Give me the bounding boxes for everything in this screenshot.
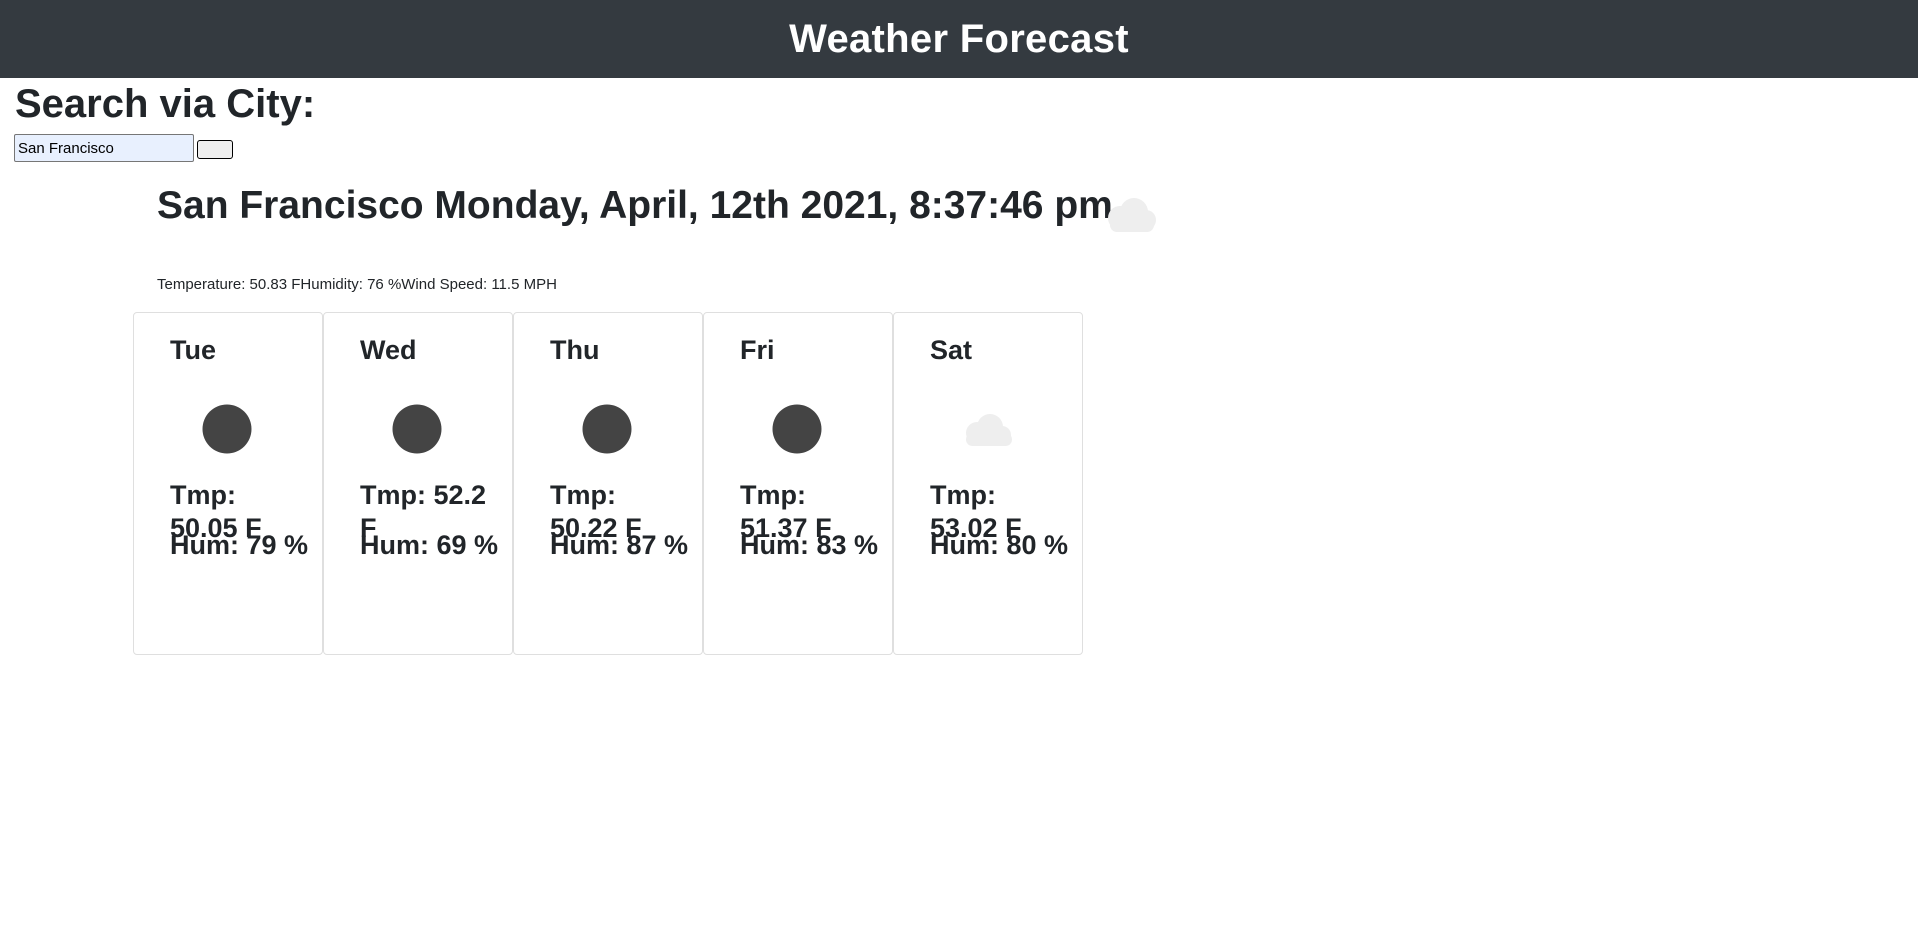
forecast-day: Thu (550, 335, 600, 365)
search-button[interactable] (197, 140, 233, 159)
search-heading: Search via City: (15, 82, 316, 126)
top-bar: Weather Forecast (0, 0, 1918, 78)
forecast-day: Sat (930, 335, 973, 365)
dark-circle-icon (202, 404, 252, 454)
forecast-day: Wed (360, 335, 417, 365)
dark-circle-icon (392, 404, 442, 454)
forecast-day: Tue (170, 335, 216, 365)
forecast-card: Sat Tmp: 53.02 F Hum: 80 % (893, 312, 1083, 655)
forecast-card: Thu Tmp: 50.22 F Hum: 87 % (513, 312, 703, 655)
city-search-input[interactable] (14, 134, 194, 162)
forecast-day: Fri (740, 335, 775, 365)
dark-circle-icon (772, 404, 822, 454)
current-weather-title: San Francisco Monday, April, 12th 2021, … (157, 184, 1113, 227)
current-weather-details: Temperature: 50.83 FHumidity: 76 %Wind S… (157, 276, 557, 293)
dark-circle-icon (582, 404, 632, 454)
forecast-humidity: Hum: 79 % (170, 530, 309, 560)
page-title: Weather Forecast (789, 16, 1129, 61)
forecast-humidity: Hum: 83 % (740, 530, 879, 560)
forecast-humidity: Hum: 69 % (360, 530, 499, 560)
forecast-humidity: Hum: 87 % (550, 530, 689, 560)
forecast-card: Tue Tmp: 50.05 F Hum: 79 % (133, 312, 323, 655)
cloud-icon (966, 414, 1012, 446)
forecast-card: Wed Tmp: 52.2 F Hum: 69 % (323, 312, 513, 655)
forecast-humidity: Hum: 80 % (930, 530, 1069, 560)
forecast-row: Tue Tmp: 50.05 F Hum: 79 % Wed Tmp: 52.2… (133, 312, 1083, 655)
forecast-card: Fri Tmp: 51.37 F Hum: 83 % (703, 312, 893, 655)
cloud-icon (1108, 198, 1156, 232)
